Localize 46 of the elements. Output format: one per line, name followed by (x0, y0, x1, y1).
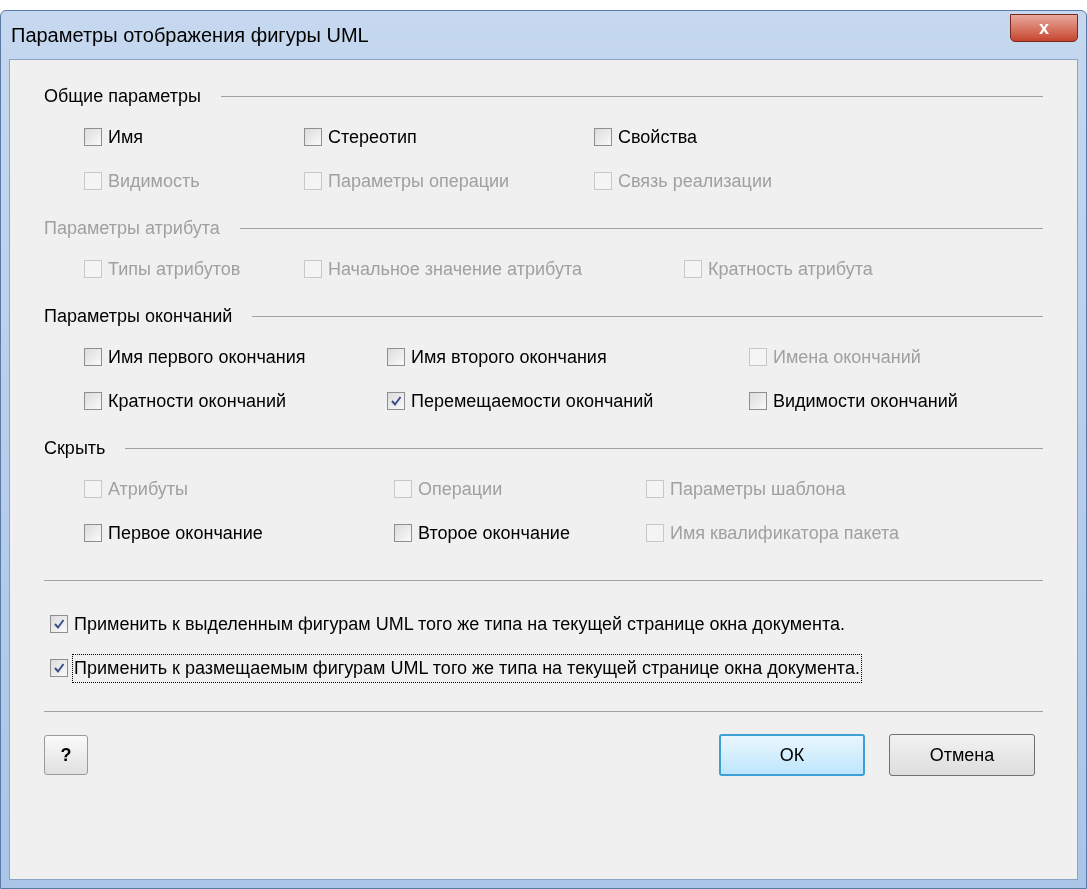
help-button[interactable]: ? (44, 735, 88, 775)
section-heading: Параметры окончаний (44, 304, 233, 328)
checkbox[interactable] (749, 392, 767, 410)
checkbox-label: Перемещаемости окончаний (411, 389, 654, 413)
checkbox[interactable] (84, 128, 102, 146)
checkbox[interactable] (304, 128, 322, 146)
checkmark-icon (53, 618, 65, 630)
checkbox-label: Первое окончание (108, 521, 263, 545)
checkbox-label: Второе окончание (418, 521, 570, 545)
checkbox-label: Параметры операции (328, 169, 510, 193)
checkbox-label: Типы атрибутов (108, 257, 241, 281)
checkbox-label: Применить к выделенным фигурам UML того же типа на текущей странице окна документа. (73, 612, 847, 636)
checkbox-label: Имя (108, 125, 144, 149)
checkbox[interactable] (387, 348, 405, 366)
checkbox-label: Начальное значение атрибута (328, 257, 582, 281)
checkbox-label: Имя квалификатора пакета (670, 521, 899, 545)
checkbox-label: Параметры шаблона (670, 477, 846, 501)
checkbox[interactable] (594, 128, 612, 146)
checkbox-label: Свойства (618, 125, 698, 149)
checkbox-label: Кратности окончаний (108, 389, 287, 413)
checkbox-label: Связь реализации (618, 169, 772, 193)
checkbox[interactable] (84, 524, 102, 542)
dialog-button[interactable]: ОК (719, 734, 865, 776)
checkmark-icon (53, 662, 65, 674)
checkbox[interactable] (84, 348, 102, 366)
window-title: Параметры отображения фигуры UML (10, 23, 369, 48)
checkbox-label: Имя первого окончания (108, 345, 306, 369)
checkmark-icon (390, 395, 402, 407)
dialog-button[interactable]: Отмена (889, 734, 1035, 776)
checkbox-label: Стереотип (328, 125, 417, 149)
checkbox-label: Операции (418, 477, 503, 501)
checkbox[interactable] (50, 615, 68, 633)
checkbox[interactable] (387, 392, 405, 410)
checkbox[interactable] (50, 659, 68, 677)
checkbox-label: Видимости окончаний (773, 389, 958, 413)
section-heading: Общие параметры (44, 84, 201, 108)
checkbox[interactable] (394, 524, 412, 542)
section-heading: Параметры атрибута (44, 216, 220, 240)
checkbox-label: Имя второго окончания (411, 345, 607, 369)
checkbox[interactable] (84, 392, 102, 410)
checkbox-label: Атрибуты (108, 477, 188, 501)
checkbox-label: Применить к размещаемым фигурам UML того же типа на текущей странице окна документа. (72, 653, 862, 683)
checkbox-label: Видимость (108, 169, 200, 193)
checkbox-label: Имена окончаний (773, 345, 921, 369)
section-heading: Скрыть (44, 436, 106, 460)
checkbox-label: Кратность атрибута (708, 257, 873, 281)
